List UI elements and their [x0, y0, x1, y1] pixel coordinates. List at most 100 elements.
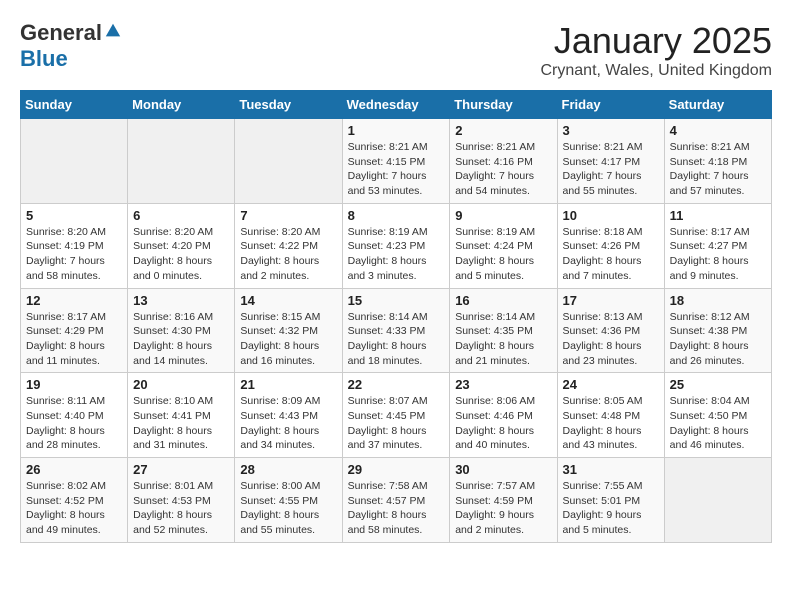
- day-number: 29: [348, 462, 445, 477]
- calendar-cell: 22 Sunrise: 8:07 AM Sunset: 4:45 PM Dayli…: [342, 373, 450, 458]
- day-info: Sunrise: 8:14 AM Sunset: 4:33 PM Dayligh…: [348, 311, 428, 367]
- day-number: 28: [240, 462, 336, 477]
- calendar-cell: 26 Sunrise: 8:02 AM Sunset: 4:52 PM Dayli…: [21, 458, 128, 543]
- calendar-cell: [21, 119, 128, 204]
- day-info: Sunrise: 8:12 AM Sunset: 4:38 PM Dayligh…: [670, 311, 750, 367]
- calendar-cell: 29Sunrise: 7:58 AM Sunset: 4:57 PM Dayli…: [342, 458, 450, 543]
- calendar-cell: 24 Sunrise: 8:05 AM Sunset: 4:48 PM Dayli…: [557, 373, 664, 458]
- day-number: 18: [670, 293, 766, 308]
- day-info: Sunrise: 8:06 AM Sunset: 4:46 PM Dayligh…: [455, 395, 535, 451]
- calendar-week-2: 5 Sunrise: 8:20 AM Sunset: 4:19 PM Daylig…: [21, 203, 772, 288]
- day-info: Sunrise: 8:21 AM Sunset: 4:17 PM Dayligh…: [563, 141, 643, 197]
- logo-blue-text: Blue: [20, 46, 68, 72]
- day-info: Sunrise: 8:11 AM Sunset: 4:40 PM Dayligh…: [26, 395, 105, 451]
- calendar-cell: 27 Sunrise: 8:01 AM Sunset: 4:53 PM Dayli…: [128, 458, 235, 543]
- day-number: 16: [455, 293, 551, 308]
- day-info: Sunrise: 8:18 AM Sunset: 4:26 PM Dayligh…: [563, 226, 643, 282]
- day-number: 30: [455, 462, 551, 477]
- day-number: 7: [240, 208, 336, 223]
- header-day-thursday: Thursday: [450, 91, 557, 119]
- calendar-cell: 28 Sunrise: 8:00 AM Sunset: 4:55 PM Dayli…: [235, 458, 342, 543]
- day-number: 14: [240, 293, 336, 308]
- calendar-cell: 25 Sunrise: 8:04 AM Sunset: 4:50 PM Dayli…: [664, 373, 771, 458]
- calendar-week-3: 12Sunrise: 8:17 AM Sunset: 4:29 PM Dayli…: [21, 288, 772, 373]
- calendar-cell: 31 Sunrise: 7:55 AM Sunset: 5:01 PM Dayli…: [557, 458, 664, 543]
- day-info: Sunrise: 8:21 AM Sunset: 4:18 PM Dayligh…: [670, 141, 750, 197]
- day-number: 27: [133, 462, 229, 477]
- calendar-header: SundayMondayTuesdayWednesdayThursdayFrid…: [21, 91, 772, 119]
- day-number: 6: [133, 208, 229, 223]
- day-info: Sunrise: 8:20 AM Sunset: 4:19 PM Dayligh…: [26, 226, 106, 282]
- day-number: 4: [670, 123, 766, 138]
- day-number: 12: [26, 293, 122, 308]
- day-number: 9: [455, 208, 551, 223]
- day-info: Sunrise: 8:02 AM Sunset: 4:52 PM Dayligh…: [26, 480, 106, 536]
- day-info: Sunrise: 8:10 AM Sunset: 4:41 PM Dayligh…: [133, 395, 213, 451]
- calendar-cell: 9Sunrise: 8:19 AM Sunset: 4:24 PM Daylig…: [450, 203, 557, 288]
- day-info: Sunrise: 8:16 AM Sunset: 4:30 PM Dayligh…: [133, 311, 213, 367]
- calendar-table: SundayMondayTuesdayWednesdayThursdayFrid…: [20, 90, 772, 543]
- day-info: Sunrise: 7:55 AM Sunset: 5:01 PM Dayligh…: [563, 480, 643, 536]
- calendar-cell: 17 Sunrise: 8:13 AM Sunset: 4:36 PM Dayli…: [557, 288, 664, 373]
- title-block: January 2025 Crynant, Wales, United King…: [540, 20, 772, 80]
- day-info: Sunrise: 8:21 AM Sunset: 4:16 PM Dayligh…: [455, 141, 535, 197]
- day-info: Sunrise: 8:05 AM Sunset: 4:48 PM Dayligh…: [563, 395, 643, 451]
- day-info: Sunrise: 8:19 AM Sunset: 4:23 PM Dayligh…: [348, 226, 428, 282]
- day-number: 10: [563, 208, 659, 223]
- calendar-cell: 23 Sunrise: 8:06 AM Sunset: 4:46 PM Dayli…: [450, 373, 557, 458]
- day-number: 5: [26, 208, 122, 223]
- calendar-cell: 2 Sunrise: 8:21 AM Sunset: 4:16 PM Daylig…: [450, 119, 557, 204]
- page-header: General Blue January 2025 Crynant, Wales…: [20, 20, 772, 80]
- day-info: Sunrise: 8:20 AM Sunset: 4:20 PM Dayligh…: [133, 226, 213, 282]
- day-number: 21: [240, 377, 336, 392]
- day-info: Sunrise: 8:00 AM Sunset: 4:55 PM Dayligh…: [240, 480, 320, 536]
- calendar-cell: 10 Sunrise: 8:18 AM Sunset: 4:26 PM Dayli…: [557, 203, 664, 288]
- calendar-cell: 7Sunrise: 8:20 AM Sunset: 4:22 PM Daylig…: [235, 203, 342, 288]
- day-number: 20: [133, 377, 229, 392]
- day-info: Sunrise: 8:14 AM Sunset: 4:35 PM Dayligh…: [455, 311, 535, 367]
- day-info: Sunrise: 8:13 AM Sunset: 4:36 PM Dayligh…: [563, 311, 643, 367]
- day-info: Sunrise: 7:57 AM Sunset: 4:59 PM Dayligh…: [455, 480, 535, 536]
- calendar-cell: 8 Sunrise: 8:19 AM Sunset: 4:23 PM Daylig…: [342, 203, 450, 288]
- calendar-cell: 13Sunrise: 8:16 AM Sunset: 4:30 PM Dayli…: [128, 288, 235, 373]
- day-info: Sunrise: 8:07 AM Sunset: 4:45 PM Dayligh…: [348, 395, 428, 451]
- logo: General Blue: [20, 20, 122, 72]
- day-info: Sunrise: 8:21 AM Sunset: 4:15 PM Dayligh…: [348, 141, 428, 197]
- day-number: 25: [670, 377, 766, 392]
- calendar-cell: [664, 458, 771, 543]
- day-info: Sunrise: 8:15 AM Sunset: 4:32 PM Dayligh…: [240, 311, 320, 367]
- day-info: Sunrise: 8:09 AM Sunset: 4:43 PM Dayligh…: [240, 395, 320, 451]
- header-day-saturday: Saturday: [664, 91, 771, 119]
- day-number: 17: [563, 293, 659, 308]
- day-number: 19: [26, 377, 122, 392]
- day-number: 11: [670, 208, 766, 223]
- header-day-friday: Friday: [557, 91, 664, 119]
- calendar-cell: 6 Sunrise: 8:20 AM Sunset: 4:20 PM Daylig…: [128, 203, 235, 288]
- header-row: SundayMondayTuesdayWednesdayThursdayFrid…: [21, 91, 772, 119]
- calendar-cell: 1Sunrise: 8:21 AM Sunset: 4:15 PM Daylig…: [342, 119, 450, 204]
- calendar-week-4: 19 Sunrise: 8:11 AM Sunset: 4:40 PM Dayli…: [21, 373, 772, 458]
- logo-general-text: General: [20, 20, 102, 46]
- calendar-cell: 21 Sunrise: 8:09 AM Sunset: 4:43 PM Dayli…: [235, 373, 342, 458]
- day-number: 26: [26, 462, 122, 477]
- day-number: 22: [348, 377, 445, 392]
- calendar-cell: 30 Sunrise: 7:57 AM Sunset: 4:59 PM Dayli…: [450, 458, 557, 543]
- header-day-tuesday: Tuesday: [235, 91, 342, 119]
- calendar-cell: 14 Sunrise: 8:15 AM Sunset: 4:32 PM Dayli…: [235, 288, 342, 373]
- calendar-body: 1Sunrise: 8:21 AM Sunset: 4:15 PM Daylig…: [21, 119, 772, 543]
- calendar-cell: 12Sunrise: 8:17 AM Sunset: 4:29 PM Dayli…: [21, 288, 128, 373]
- calendar-cell: 19 Sunrise: 8:11 AM Sunset: 4:40 PM Dayli…: [21, 373, 128, 458]
- day-number: 23: [455, 377, 551, 392]
- day-number: 8: [348, 208, 445, 223]
- calendar-cell: 16 Sunrise: 8:14 AM Sunset: 4:35 PM Dayli…: [450, 288, 557, 373]
- day-number: 2: [455, 123, 551, 138]
- day-info: Sunrise: 8:01 AM Sunset: 4:53 PM Dayligh…: [133, 480, 213, 536]
- day-number: 31: [563, 462, 659, 477]
- header-day-wednesday: Wednesday: [342, 91, 450, 119]
- day-number: 24: [563, 377, 659, 392]
- calendar-cell: 4 Sunrise: 8:21 AM Sunset: 4:18 PM Daylig…: [664, 119, 771, 204]
- calendar-week-1: 1Sunrise: 8:21 AM Sunset: 4:15 PM Daylig…: [21, 119, 772, 204]
- day-info: Sunrise: 8:04 AM Sunset: 4:50 PM Dayligh…: [670, 395, 750, 451]
- logo-icon: [104, 22, 122, 40]
- day-number: 3: [563, 123, 659, 138]
